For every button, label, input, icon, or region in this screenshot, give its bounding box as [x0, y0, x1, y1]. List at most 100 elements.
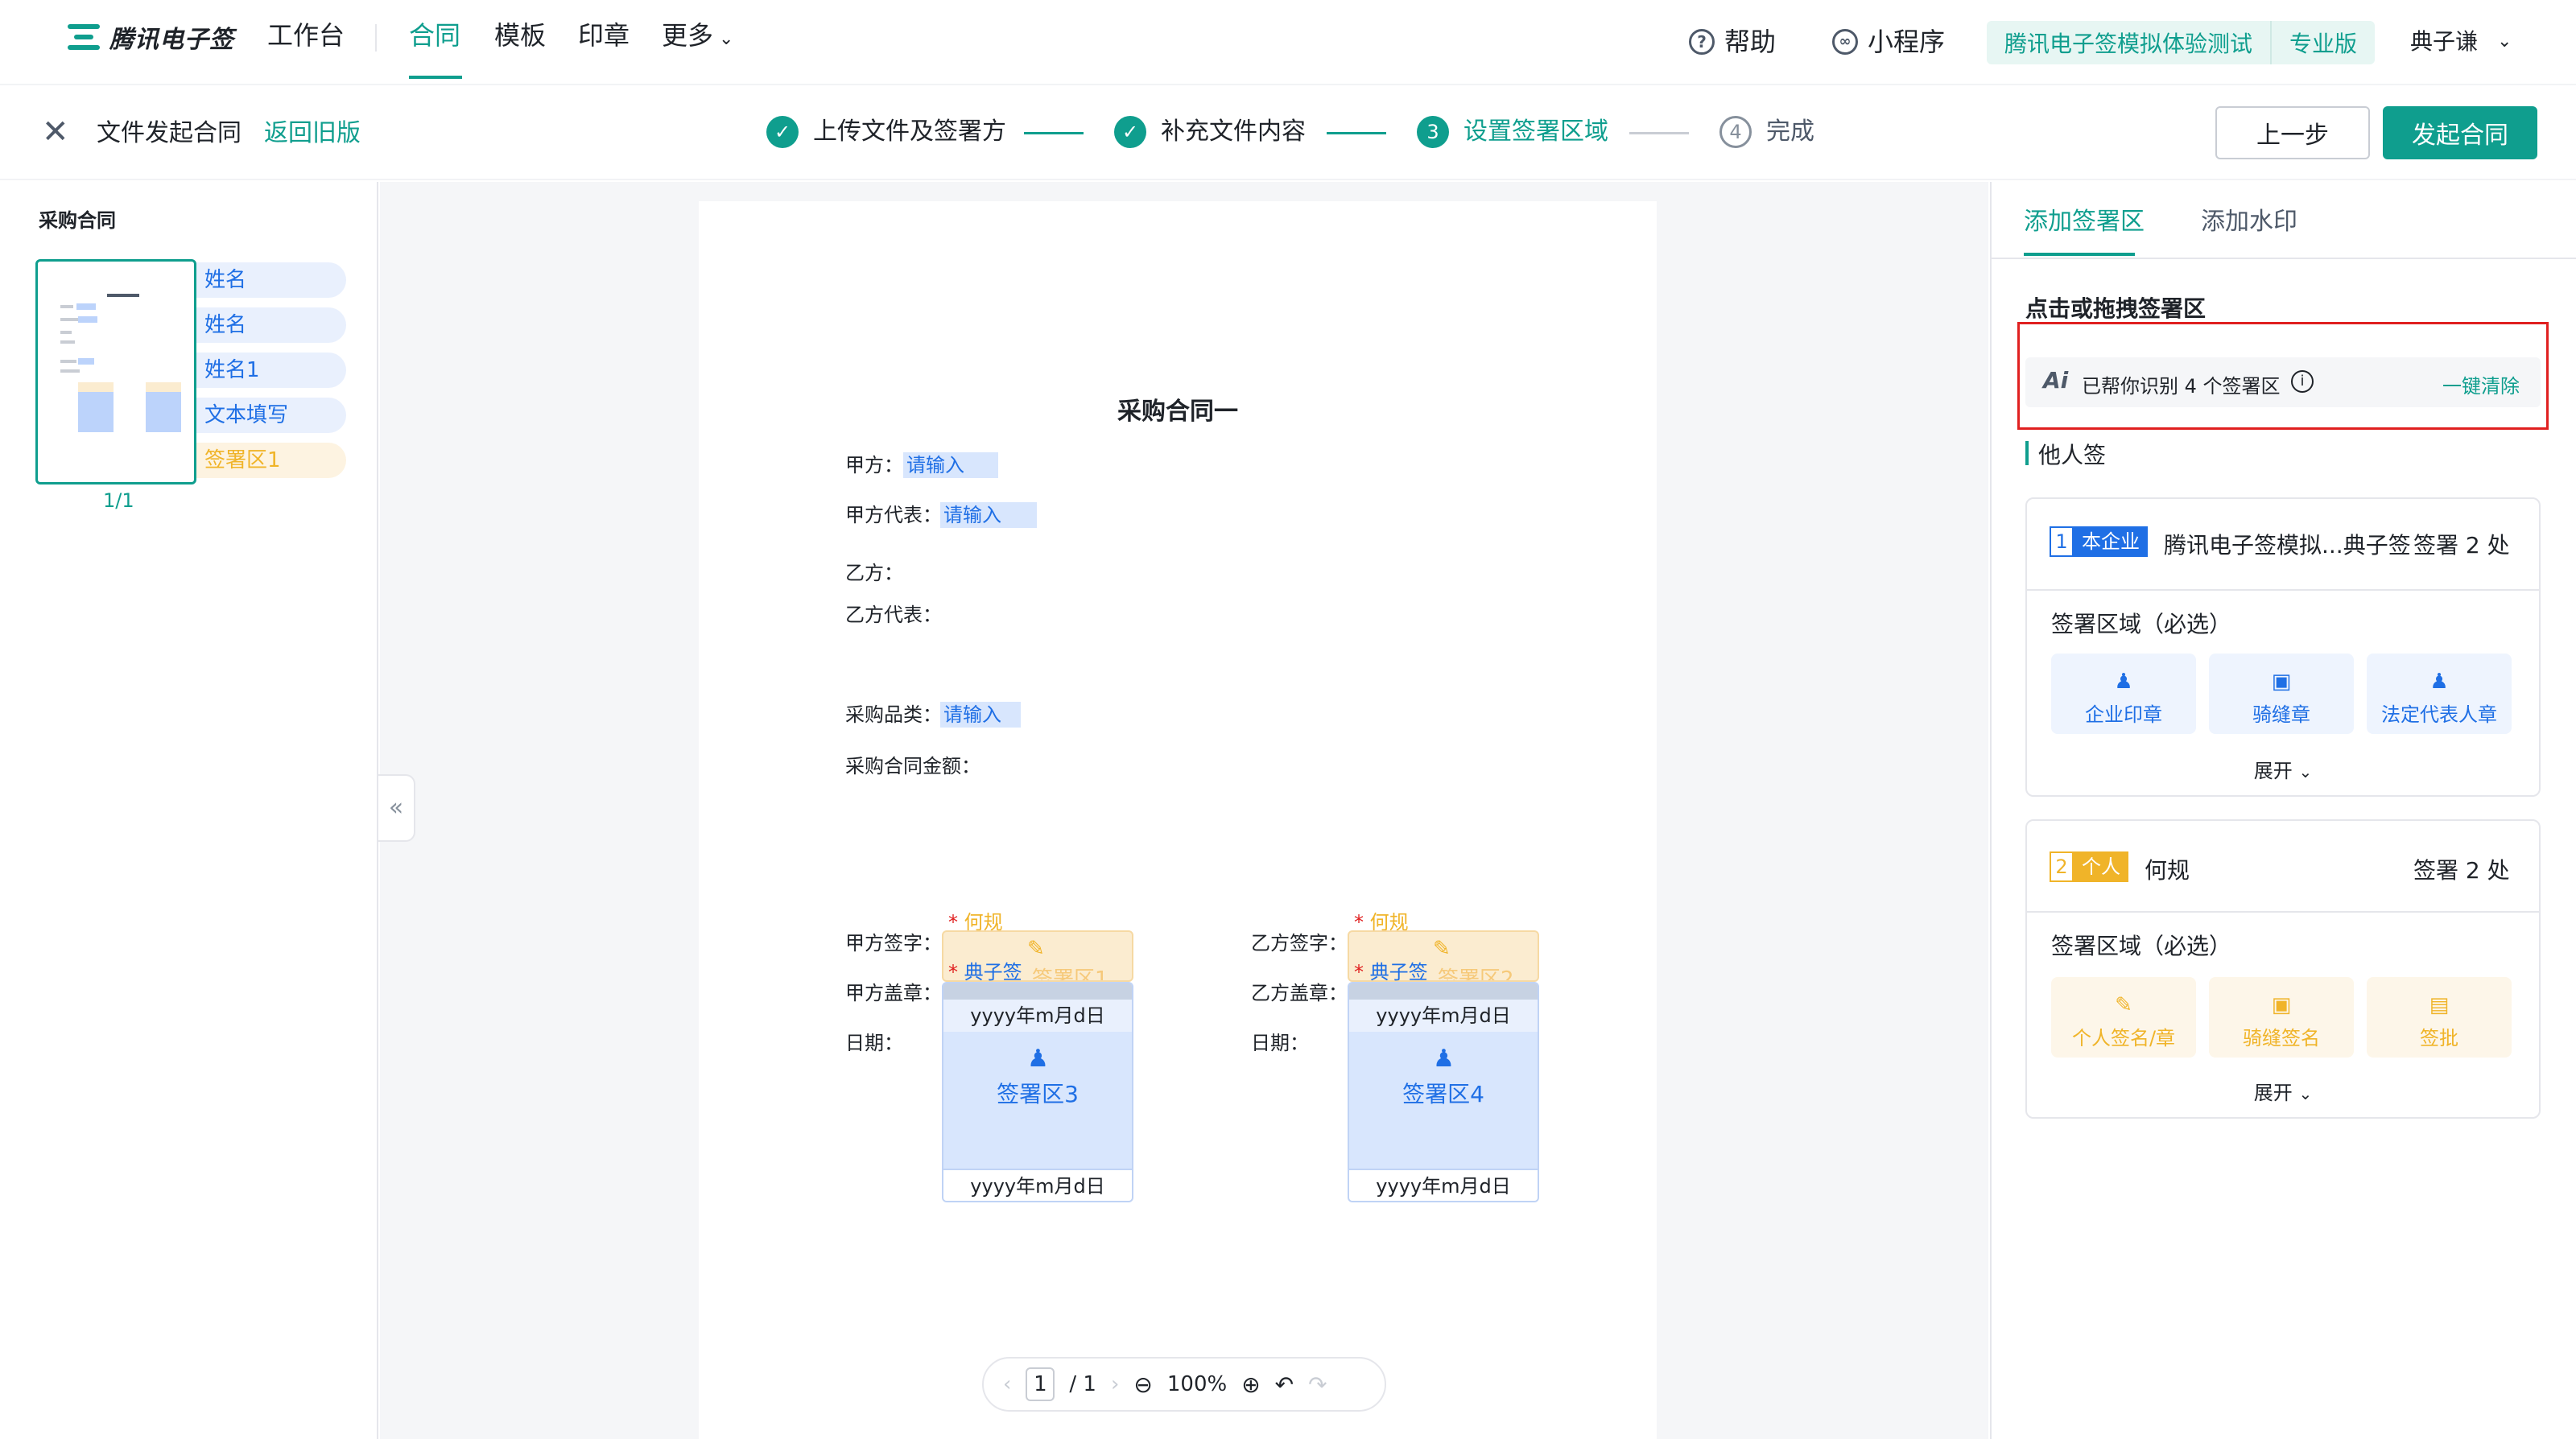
zoom-in-icon[interactable]: ⊕: [1241, 1371, 1260, 1398]
org-switcher[interactable]: 腾讯电子签模拟体验测试 专业版: [1987, 21, 2376, 64]
sign-zone-4[interactable]: yyyy年m月d日 ♟ 签署区4 yyyy年m月d日: [1348, 982, 1539, 1202]
input-party-a[interactable]: 请输入: [903, 452, 998, 478]
document-page: 采购合同一 甲方： 请输入 甲方代表： 请输入 乙方： 乙方代表： 采购品类： …: [699, 201, 1657, 1439]
brand-logo[interactable]: 腾讯电子签: [68, 21, 234, 54]
nav-more-label: 更多: [662, 20, 714, 51]
logo-icon: [68, 23, 100, 52]
help-label: 帮助: [1724, 27, 1777, 57]
field-tag-name1[interactable]: 姓名1: [196, 353, 346, 388]
paging-sign-icon: ▣: [2271, 993, 2292, 1017]
org-name: 腾讯电子签模拟体验测试: [2004, 31, 2253, 57]
label-party-b: 乙方：: [845, 562, 903, 584]
section-title: 点击或拖拽签署区: [2025, 295, 2207, 322]
expand-toggle[interactable]: 展开 ⌄: [2027, 755, 2539, 783]
zone-title: 签署区域（必选）: [2051, 933, 2232, 959]
nav-active-underline: [409, 76, 462, 79]
chevron-down-icon: ⌄: [2298, 1084, 2313, 1103]
doc-title: 采购合同一: [1117, 398, 1238, 426]
zone-label: 签署区2: [1438, 967, 1514, 982]
label-a-date: 日期：: [845, 1032, 903, 1054]
nav-template[interactable]: 模板: [494, 18, 546, 53]
expand-toggle[interactable]: 展开 ⌄: [2027, 1077, 2539, 1105]
step-number: 4: [1719, 116, 1752, 148]
page-toolbar: ‹ 1 / 1 › ⊖ 100% ⊕ ↶ ↷: [982, 1357, 1386, 1412]
sign-zone-panel: 添加签署区 添加水印 点击或拖拽签署区 Ai 已帮你识别 4 个签署区 i 一键…: [1990, 182, 2576, 1439]
pen-icon: ✎: [2115, 993, 2132, 1017]
prev-step-button[interactable]: 上一步: [2215, 106, 2370, 159]
help-link[interactable]: ? 帮助: [1689, 24, 1776, 60]
signer-tag-company: * 典子签: [948, 961, 1022, 983]
nav-contract[interactable]: 合同: [409, 18, 460, 53]
step-set-zones: 3 设置签署区域: [1417, 116, 1608, 148]
company-seal-icon: ♟: [2114, 670, 2133, 694]
nav-seal[interactable]: 印章: [578, 18, 630, 53]
tab-add-watermark[interactable]: 添加水印: [2201, 206, 2297, 238]
redo-icon[interactable]: ↷: [1308, 1371, 1327, 1398]
link-icon: ∞: [1832, 29, 1858, 55]
step-supplement: ✓ 补充文件内容: [1114, 116, 1306, 148]
close-icon[interactable]: ✕: [42, 114, 69, 150]
paging-seal-tile[interactable]: ▣ 骑缝章: [2209, 654, 2354, 734]
edition-badge: 专业版: [2289, 31, 2358, 57]
input-party-a-rep[interactable]: 请输入: [940, 502, 1037, 528]
legal-rep-seal-tile[interactable]: ♟ 法定代表人章: [2367, 654, 2512, 734]
step-label: 补充文件内容: [1161, 118, 1306, 146]
zone-label: 签署区4: [1402, 1081, 1484, 1107]
field-tag-text[interactable]: 文本填写: [196, 398, 346, 433]
date-field: yyyy年m月d日: [943, 1000, 1132, 1032]
step-connector: [1327, 132, 1386, 134]
approval-tile[interactable]: ▤ 签批: [2367, 977, 2512, 1058]
sign-count: 签署 2 处: [2413, 532, 2510, 559]
info-icon[interactable]: i: [2291, 370, 2314, 393]
zoom-out-icon[interactable]: ⊖: [1133, 1371, 1152, 1398]
tab-add-sign-zone[interactable]: 添加签署区: [2024, 206, 2145, 238]
stamp-icon: ♟: [1433, 1045, 1455, 1073]
mini-program-label: 小程序: [1868, 27, 1946, 57]
page-input[interactable]: 1: [1026, 1367, 1055, 1401]
chevron-right-icon[interactable]: ›: [1111, 1372, 1119, 1396]
step-done: 4 完成: [1719, 116, 1814, 148]
nav-workbench[interactable]: 工作台: [267, 18, 345, 53]
check-icon: ✓: [1114, 116, 1146, 148]
field-tag-name[interactable]: 姓名: [196, 262, 346, 298]
label-party-a-rep: 甲方代表：: [845, 504, 942, 526]
page-title: 文件发起合同: [97, 119, 242, 147]
back-old-version-link[interactable]: 返回旧版: [264, 118, 361, 150]
user-menu[interactable]: 典子谦 ⌄: [2410, 24, 2512, 60]
paging-seal-icon: ▣: [2271, 670, 2292, 694]
company-seal-tile[interactable]: ♟ 企业印章: [2051, 654, 2196, 734]
check-icon: ✓: [766, 116, 799, 148]
input-category[interactable]: 请输入: [940, 702, 1021, 728]
personal-sign-tile[interactable]: ✎ 个人签名/章: [2051, 977, 2196, 1058]
clear-all-link[interactable]: 一键清除: [2442, 370, 2520, 398]
double-chevron-left-icon: «: [388, 794, 404, 822]
submit-contract-button[interactable]: 发起合同: [2383, 106, 2537, 159]
field-tag-name[interactable]: 姓名: [196, 307, 346, 343]
step-label: 上传文件及签署方: [813, 118, 1006, 146]
top-nav: 腾讯电子签 工作台 合同 模板 印章 更多 ⌄ ? 帮助 ∞ 小程序 腾讯电子签…: [0, 0, 2576, 80]
undo-icon[interactable]: ↶: [1275, 1371, 1294, 1398]
label-b-date: 日期：: [1251, 1032, 1309, 1054]
nav-more[interactable]: 更多 ⌄: [662, 18, 733, 57]
date-field: yyyy年m月d日: [1349, 1000, 1538, 1032]
label-category: 采购品类：: [845, 703, 942, 726]
signer-tag-company: * 典子签: [1354, 961, 1428, 983]
collapse-panel-button[interactable]: «: [378, 774, 415, 842]
signer-card-company: 1 本企业 腾讯电子签模拟...典子签 签署 2 处 签署区域（必选） ♟ 企业…: [2025, 497, 2541, 797]
chevron-left-icon[interactable]: ‹: [1003, 1372, 1011, 1396]
help-icon: ?: [1689, 29, 1715, 55]
label-amount: 采购合同金额：: [845, 755, 980, 777]
doc-name: 采购合同: [39, 209, 116, 232]
ai-detect-text: 已帮你识别 4 个签署区: [2082, 375, 2281, 398]
page-counter: 1/1: [103, 489, 134, 512]
signer-name: 腾讯电子签模拟...典子签: [2164, 532, 2411, 559]
page-thumbnail[interactable]: [35, 259, 196, 484]
mini-program-link[interactable]: ∞ 小程序: [1832, 24, 1945, 60]
date-field: yyyy年m月d日: [943, 1169, 1132, 1201]
stamp-icon: ♟: [1027, 1045, 1049, 1073]
sign-zone-3[interactable]: yyyy年m月d日 ♟ 签署区3 yyyy年m月d日: [942, 982, 1133, 1202]
label-a-seal: 甲方盖章：: [845, 982, 942, 1004]
ai-detect-bar: Ai 已帮你识别 4 个签署区 i 一键清除: [2025, 357, 2541, 407]
field-tag-sign-zone[interactable]: 签署区1: [196, 443, 346, 478]
paging-sign-tile[interactable]: ▣ 骑缝签名: [2209, 977, 2354, 1058]
